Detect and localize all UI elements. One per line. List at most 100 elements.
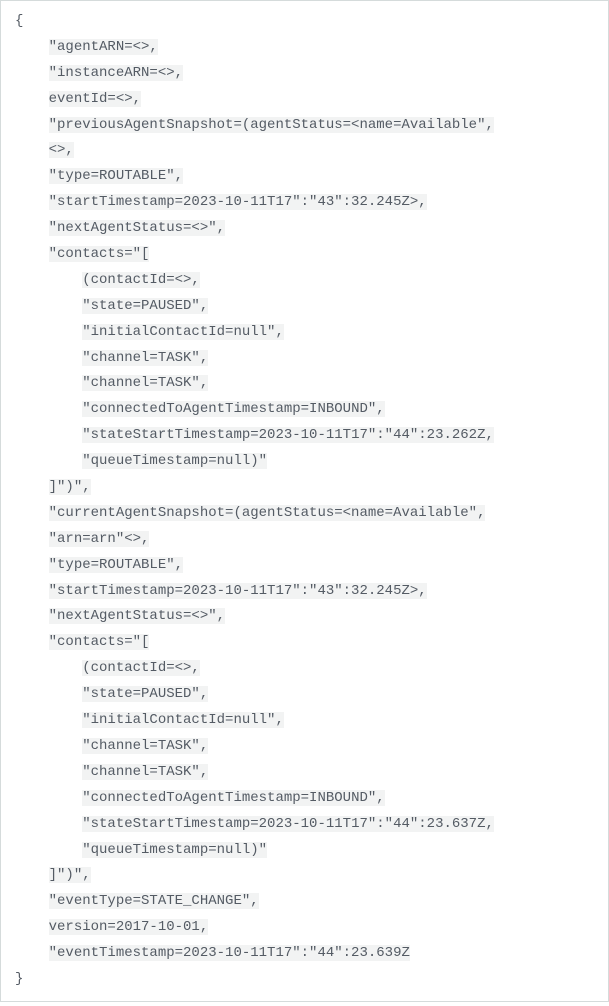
code-text: "channel=TASK",: [82, 375, 208, 391]
code-indent: [15, 816, 82, 832]
code-indent: [15, 220, 49, 236]
code-text: {: [15, 13, 23, 29]
code-line: "channel=TASK",: [15, 760, 594, 786]
code-indent: [15, 893, 49, 909]
code-text: "channel=TASK",: [82, 738, 208, 754]
code-indent: [15, 168, 49, 184]
code-line: "nextAgentStatus=<>",: [15, 604, 594, 630]
code-line: "stateStartTimestamp=2023-10-11T17":"44"…: [15, 812, 594, 838]
code-indent: [15, 39, 49, 55]
code-text: (contactId=<>,: [82, 272, 200, 288]
code-line: "contacts="[: [15, 630, 594, 656]
code-line: "agentARN=<>,: [15, 35, 594, 61]
code-text: (contactId=<>,: [82, 660, 200, 676]
code-text: "currentAgentSnapshot=(agentStatus=<name…: [49, 505, 486, 521]
code-line: "eventTimestamp=2023-10-11T17":"44":23.6…: [15, 941, 594, 967]
code-indent: [15, 531, 49, 547]
code-text: "queueTimestamp=null)": [82, 842, 267, 858]
code-indent: [15, 117, 49, 133]
code-indent: [15, 712, 82, 728]
code-line: (contactId=<>,: [15, 268, 594, 294]
code-indent: [15, 479, 49, 495]
code-indent: [15, 194, 49, 210]
code-indent: [15, 660, 82, 676]
code-text: "stateStartTimestamp=2023-10-11T17":"44"…: [82, 816, 494, 832]
code-text: "stateStartTimestamp=2023-10-11T17":"44"…: [82, 427, 494, 443]
code-line: {: [15, 9, 594, 35]
code-text: "state=PAUSED",: [82, 298, 208, 314]
code-line: "connectedToAgentTimestamp=INBOUND",: [15, 786, 594, 812]
code-line: "connectedToAgentTimestamp=INBOUND",: [15, 397, 594, 423]
code-text: "agentARN=<>,: [49, 39, 158, 55]
code-indent: [15, 375, 82, 391]
code-text: "eventType=STATE_CHANGE",: [49, 893, 259, 909]
code-line: "queueTimestamp=null)": [15, 838, 594, 864]
code-line: "channel=TASK",: [15, 734, 594, 760]
code-line: "currentAgentSnapshot=(agentStatus=<name…: [15, 501, 594, 527]
code-indent: [15, 350, 82, 366]
code-indent: [15, 246, 49, 262]
code-text: "eventTimestamp=2023-10-11T17":"44":23.6…: [49, 945, 410, 961]
code-indent: [15, 738, 82, 754]
code-line: "channel=TASK",: [15, 346, 594, 372]
code-text: ]")",: [49, 867, 91, 883]
code-line: "arn=arn"<>,: [15, 527, 594, 553]
code-text: "arn=arn"<>,: [49, 531, 150, 547]
code-line: "queueTimestamp=null)": [15, 449, 594, 475]
code-line: "eventType=STATE_CHANGE",: [15, 889, 594, 915]
code-line: "startTimestamp=2023-10-11T17":"43":32.2…: [15, 579, 594, 605]
code-line: version=2017-10-01,: [15, 915, 594, 941]
code-text: "startTimestamp=2023-10-11T17":"43":32.2…: [49, 583, 427, 599]
code-text: "channel=TASK",: [82, 764, 208, 780]
code-text: }: [15, 971, 23, 987]
code-text: "previousAgentSnapshot=(agentStatus=<nam…: [49, 117, 494, 133]
code-line: "type=ROUTABLE",: [15, 164, 594, 190]
code-line: ]")",: [15, 863, 594, 889]
code-indent: [15, 427, 82, 443]
code-indent: [15, 557, 49, 573]
code-block: { "agentARN=<>, "instanceARN=<>, eventId…: [0, 0, 609, 1002]
code-text: "state=PAUSED",: [82, 686, 208, 702]
code-line: "previousAgentSnapshot=(agentStatus=<nam…: [15, 113, 594, 139]
code-indent: [15, 505, 49, 521]
code-indent: [15, 142, 49, 158]
code-text: "connectedToAgentTimestamp=INBOUND",: [82, 790, 384, 806]
code-text: "contacts="[: [49, 246, 150, 262]
code-line: "stateStartTimestamp=2023-10-11T17":"44"…: [15, 423, 594, 449]
code-indent: [15, 298, 82, 314]
code-line: <>,: [15, 138, 594, 164]
code-indent: [15, 91, 49, 107]
code-text: "instanceARN=<>,: [49, 65, 183, 81]
code-text: "type=ROUTABLE",: [49, 557, 183, 573]
code-text: "queueTimestamp=null)": [82, 453, 267, 469]
code-text: "nextAgentStatus=<>",: [49, 608, 225, 624]
code-line: "initialContactId=null",: [15, 320, 594, 346]
code-text: "initialContactId=null",: [82, 712, 284, 728]
code-line: "state=PAUSED",: [15, 682, 594, 708]
code-line: "startTimestamp=2023-10-11T17":"43":32.2…: [15, 190, 594, 216]
code-line: eventId=<>,: [15, 87, 594, 113]
code-text: "nextAgentStatus=<>",: [49, 220, 225, 236]
code-text: "initialContactId=null",: [82, 324, 284, 340]
code-line: (contactId=<>,: [15, 656, 594, 682]
code-text: <>,: [49, 142, 74, 158]
code-line: "type=ROUTABLE",: [15, 553, 594, 579]
code-line: "nextAgentStatus=<>",: [15, 216, 594, 242]
code-text: "contacts="[: [49, 634, 150, 650]
code-indent: [15, 842, 82, 858]
code-line: "instanceARN=<>,: [15, 61, 594, 87]
code-indent: [15, 608, 49, 624]
code-indent: [15, 945, 49, 961]
code-text: eventId=<>,: [49, 91, 141, 107]
code-indent: [15, 867, 49, 883]
code-line: ]")",: [15, 475, 594, 501]
code-indent: [15, 453, 82, 469]
code-indent: [15, 634, 49, 650]
code-indent: [15, 583, 49, 599]
code-indent: [15, 790, 82, 806]
code-line: }: [15, 967, 594, 993]
code-indent: [15, 764, 82, 780]
code-text: "startTimestamp=2023-10-11T17":"43":32.2…: [49, 194, 427, 210]
code-indent: [15, 686, 82, 702]
code-indent: [15, 324, 82, 340]
